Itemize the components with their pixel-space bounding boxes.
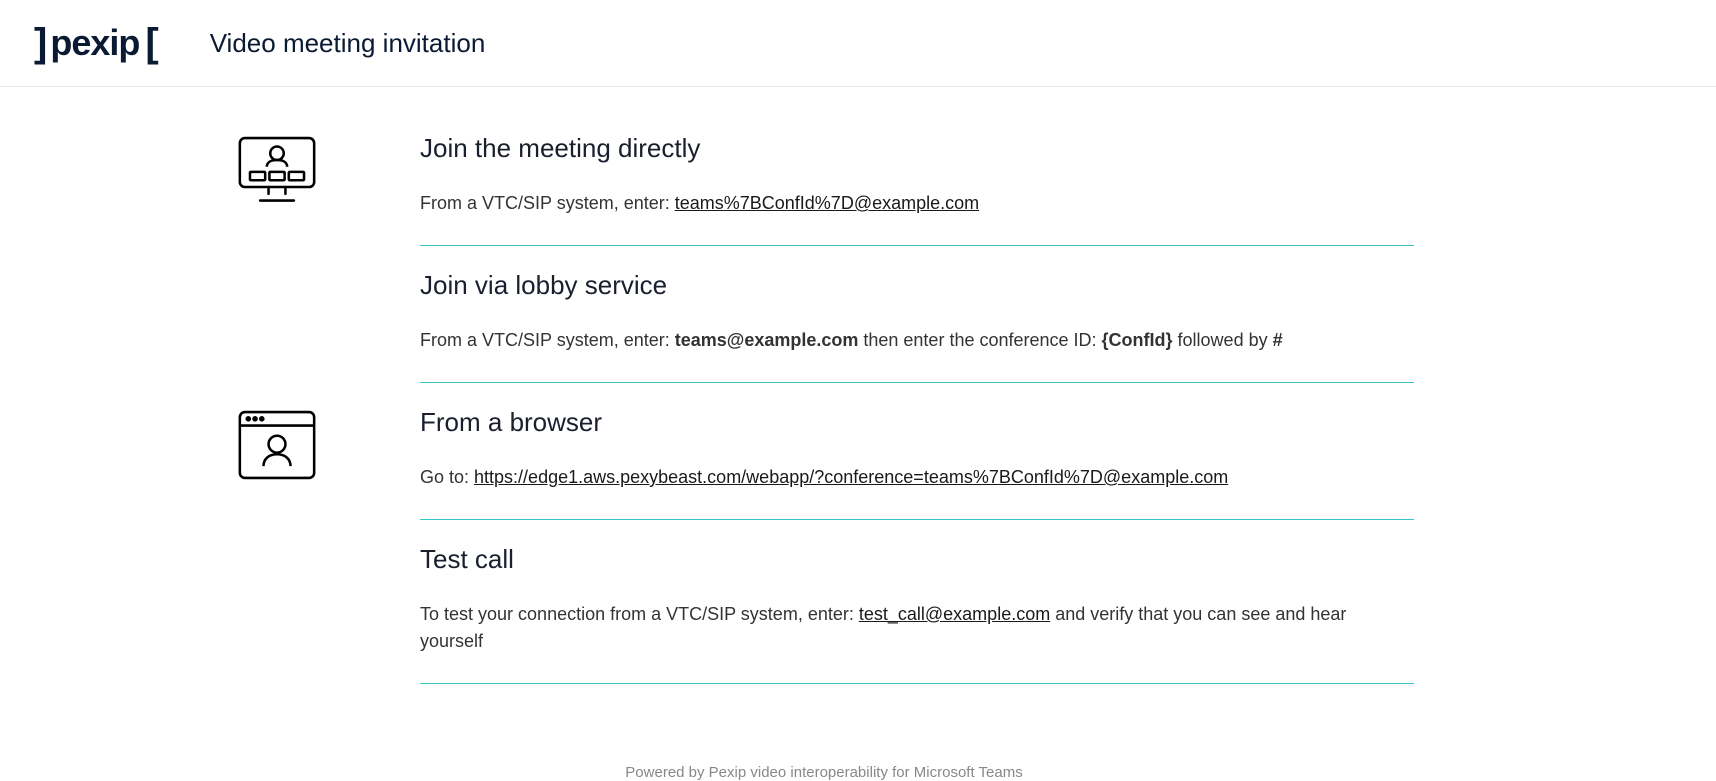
direct-sip-address-link[interactable]: teams%7BConfId%7D@example.com bbox=[675, 193, 979, 213]
lobby-mid: then enter the conference ID: bbox=[858, 330, 1101, 350]
bracket-left-icon: ] bbox=[34, 23, 44, 63]
heading-test-call: Test call bbox=[420, 544, 1414, 575]
section-browser: From a browser Go to: https://edge1.aws.… bbox=[420, 407, 1414, 520]
heading-join-directly: Join the meeting directly bbox=[420, 133, 1414, 164]
section-lobby: Join via lobby service From a VTC/SIP sy… bbox=[420, 270, 1414, 383]
page-title: Video meeting invitation bbox=[210, 28, 486, 59]
bracket-right-icon: [ bbox=[145, 23, 155, 63]
test-prefix: To test your connection from a VTC/SIP s… bbox=[420, 604, 859, 624]
lobby-mid2: followed by bbox=[1173, 330, 1273, 350]
brand-logo: ] pexip [ bbox=[34, 22, 156, 64]
lobby-address: teams@example.com bbox=[675, 330, 859, 350]
direct-prefix: From a VTC/SIP system, enter: bbox=[420, 193, 675, 213]
browser-join-link[interactable]: https://edge1.aws.pexybeast.com/webapp/?… bbox=[474, 467, 1228, 487]
browser-window-icon bbox=[234, 407, 320, 483]
footer-text: Powered by Pexip video interoperability … bbox=[234, 764, 1414, 781]
heading-browser: From a browser bbox=[420, 407, 1414, 438]
lobby-instruction: From a VTC/SIP system, enter: teams@exam… bbox=[420, 327, 1414, 354]
header: ] pexip [ Video meeting invitation bbox=[0, 0, 1716, 87]
section-test-call: Test call To test your connection from a… bbox=[420, 544, 1414, 684]
direct-instruction: From a VTC/SIP system, enter: teams%7BCo… bbox=[420, 190, 1414, 217]
lobby-prefix: From a VTC/SIP system, enter: bbox=[420, 330, 675, 350]
vtc-monitor-icon bbox=[234, 133, 320, 209]
brand-name: pexip bbox=[50, 22, 139, 64]
browser-prefix: Go to: bbox=[420, 467, 474, 487]
section-join-directly: Join the meeting directly From a VTC/SIP… bbox=[420, 133, 1414, 246]
test-instruction: To test your connection from a VTC/SIP s… bbox=[420, 601, 1414, 655]
browser-instruction: Go to: https://edge1.aws.pexybeast.com/w… bbox=[420, 464, 1414, 491]
test-call-link[interactable]: test_call@example.com bbox=[859, 604, 1050, 624]
lobby-confid: {ConfId} bbox=[1102, 330, 1173, 350]
heading-lobby: Join via lobby service bbox=[420, 270, 1414, 301]
lobby-hash: # bbox=[1273, 330, 1283, 350]
